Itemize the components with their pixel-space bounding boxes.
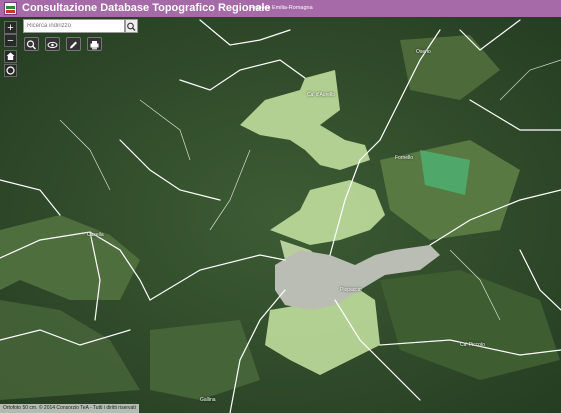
home-icon — [6, 52, 15, 60]
place-label: Casella — [87, 232, 104, 238]
tool-draw-button[interactable] — [66, 37, 81, 51]
search-icon — [127, 22, 136, 31]
map-attribution: Ortofoto 50 cm. © 2014 Consorzio TeA - T… — [0, 404, 139, 413]
place-label: Ca' Piccolo — [460, 342, 485, 348]
place-label: Ca' d'Aurello — [307, 92, 336, 98]
map-view[interactable]: Ca' d'Aurello Fornello Casella Oserio Pi… — [0, 17, 561, 413]
place-label: Piopaccio — [340, 287, 362, 293]
place-label: Gallina — [200, 397, 216, 403]
app-subtitle: Regione Emilia-Romagna — [250, 5, 313, 11]
locate-button[interactable] — [4, 64, 17, 77]
search-button[interactable] — [125, 19, 138, 33]
aerial-map[interactable] — [0, 17, 561, 413]
pencil-icon — [70, 41, 77, 49]
search-icon — [26, 40, 36, 50]
home-button[interactable] — [4, 50, 17, 63]
tool-layers-button[interactable] — [45, 37, 60, 51]
app-header: Consultazione Database Topografico Regio… — [0, 0, 561, 17]
zoom-out-button[interactable]: − — [4, 34, 17, 47]
address-search-input[interactable] — [23, 19, 125, 33]
locate-icon — [6, 66, 15, 75]
place-label: Oserio — [416, 49, 431, 55]
zoom-in-button[interactable]: + — [4, 21, 17, 34]
tool-search-button[interactable] — [24, 37, 39, 51]
tool-print-button[interactable] — [87, 37, 102, 51]
place-label: Fornello — [395, 155, 414, 161]
printer-icon — [90, 41, 99, 50]
eye-icon — [47, 41, 58, 49]
app-title: Consultazione Database Topografico Regio… — [22, 2, 271, 14]
regione-logo — [4, 2, 17, 15]
